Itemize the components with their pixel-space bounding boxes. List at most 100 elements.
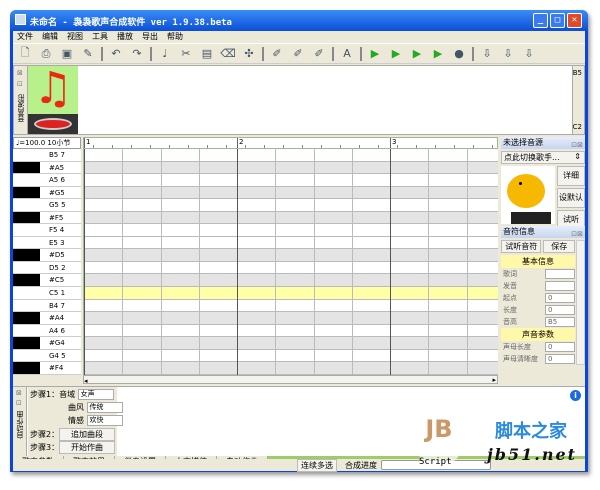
- pitch-select[interactable]: B5: [545, 317, 575, 327]
- style-select[interactable]: 传统: [86, 402, 123, 413]
- note-info-scrollbar[interactable]: [576, 240, 585, 365]
- brush3-icon[interactable]: ✐: [311, 46, 327, 62]
- grid-row[interactable]: [84, 199, 498, 212]
- multi-select-button[interactable]: 连续多选: [297, 459, 337, 472]
- start-spinner[interactable]: 0: [545, 293, 575, 303]
- grid-row[interactable]: [84, 249, 498, 262]
- piano-key[interactable]: D5 2: [13, 262, 81, 275]
- menu-item[interactable]: 视图: [67, 31, 83, 43]
- measure-ruler[interactable]: 1 2 3: [83, 137, 498, 149]
- info-icon[interactable]: i: [570, 390, 581, 401]
- play-icon[interactable]: ▶: [430, 46, 446, 62]
- piano-key[interactable]: #F4: [13, 362, 81, 375]
- play-from-icon[interactable]: ▶: [367, 46, 383, 62]
- eraser-icon[interactable]: ⌫: [220, 46, 236, 62]
- grid-row[interactable]: [84, 350, 498, 363]
- stop-icon[interactable]: ●: [451, 46, 467, 62]
- grid-row[interactable]: [84, 287, 498, 300]
- pin-icon[interactable]: ⊡: [16, 399, 23, 407]
- menu-item[interactable]: 编辑: [42, 31, 58, 43]
- close-icon[interactable]: ⊠: [17, 69, 24, 77]
- grid-row[interactable]: [84, 312, 498, 325]
- length-spinner[interactable]: 0: [545, 305, 575, 315]
- initial-clarity-spinner[interactable]: 0: [545, 354, 575, 364]
- piano-roll-grid[interactable]: [83, 149, 498, 375]
- play-all-icon[interactable]: ▶: [409, 46, 425, 62]
- menu-item[interactable]: 导出: [142, 31, 158, 43]
- close-icon[interactable]: ⊠: [16, 389, 23, 397]
- piano-key[interactable]: #G5: [13, 186, 81, 200]
- brush-icon[interactable]: ✐: [269, 46, 285, 62]
- lyric-input[interactable]: [545, 269, 575, 279]
- grid-row[interactable]: [84, 149, 498, 162]
- menu-item[interactable]: 工具: [92, 31, 108, 43]
- text-icon[interactable]: A: [339, 46, 355, 62]
- save-as-icon[interactable]: ✎: [80, 46, 96, 62]
- grid-row[interactable]: [84, 337, 498, 350]
- grid-icon[interactable]: ✣: [241, 46, 257, 62]
- emotion-select[interactable]: 欢快: [86, 415, 123, 426]
- maximize-button[interactable]: □: [550, 13, 565, 28]
- piano-key[interactable]: #A4: [13, 312, 81, 325]
- note-icon[interactable]: ♩: [157, 46, 173, 62]
- piano-key[interactable]: F5 4: [13, 224, 81, 237]
- grid-row[interactable]: [84, 325, 498, 338]
- pin-icon[interactable]: ⊡: [17, 80, 24, 88]
- play-sel-icon[interactable]: ▶: [388, 46, 404, 62]
- listen-note-button[interactable]: 试听音符: [501, 240, 542, 253]
- piano-key[interactable]: A4 6: [13, 325, 81, 338]
- set-default-button[interactable]: 设默认: [557, 188, 585, 208]
- minimize-button[interactable]: _: [533, 13, 548, 28]
- menu-item[interactable]: 播放: [117, 31, 133, 43]
- brush2-icon[interactable]: ✐: [290, 46, 306, 62]
- piano-key[interactable]: G5 5: [13, 199, 81, 212]
- export2-icon[interactable]: ⇩: [500, 46, 516, 62]
- undo-icon[interactable]: ↶: [108, 46, 124, 62]
- grid-row[interactable]: [84, 186, 498, 200]
- tempo-display[interactable]: ♩=100.0 10小节: [13, 137, 81, 149]
- grid-row[interactable]: [84, 237, 498, 250]
- grid-row[interactable]: [84, 362, 498, 375]
- piano-key[interactable]: G4 5: [13, 350, 81, 363]
- add-segment-button[interactable]: 追加曲段: [59, 428, 115, 441]
- piano-key[interactable]: #A5: [13, 161, 81, 175]
- export3-icon[interactable]: ⇩: [521, 46, 537, 62]
- close-button[interactable]: ✕: [567, 13, 582, 28]
- piano-key[interactable]: C5 1: [13, 287, 81, 300]
- new-icon[interactable]: 🗋: [17, 46, 33, 62]
- menu-item[interactable]: 文件: [17, 31, 33, 43]
- export-icon[interactable]: ⇩: [479, 46, 495, 62]
- panel-close-icon[interactable]: ⊡⊠: [571, 139, 583, 151]
- scroll-left-icon[interactable]: ◂: [84, 377, 88, 385]
- piano-key[interactable]: #C5: [13, 274, 81, 288]
- paste-icon[interactable]: ▤: [199, 46, 215, 62]
- grid-row[interactable]: [84, 224, 498, 237]
- piano-key[interactable]: #G4: [13, 337, 81, 350]
- start-compose-button[interactable]: 开始作曲: [59, 441, 115, 454]
- singer-select[interactable]: 点此切换歌手... ⇕: [501, 151, 585, 164]
- detail-button[interactable]: 详细: [557, 166, 585, 186]
- waveform-scrollbar[interactable]: B5 C2: [572, 66, 584, 134]
- piano-key[interactable]: E5 3: [13, 237, 81, 250]
- range-select[interactable]: 女声: [77, 389, 114, 400]
- pronunciation-input[interactable]: [545, 281, 575, 291]
- save-icon[interactable]: ▣: [59, 46, 75, 62]
- piano-key[interactable]: #F5: [13, 211, 81, 225]
- piano-key[interactable]: A5 6: [13, 174, 81, 187]
- grid-row[interactable]: [84, 300, 498, 313]
- menu-item[interactable]: 帮助: [167, 31, 183, 43]
- horizontal-scrollbar[interactable]: ◂ ▸: [83, 375, 498, 385]
- grid-row[interactable]: [84, 262, 498, 275]
- piano-key[interactable]: #D5: [13, 249, 81, 262]
- panel-close-icon[interactable]: ⊡⊠: [571, 228, 583, 240]
- grid-row[interactable]: [84, 274, 498, 288]
- save-note-button[interactable]: 保存: [543, 240, 575, 253]
- print-icon[interactable]: ⎙: [38, 46, 54, 62]
- piano-key[interactable]: B5 7: [13, 149, 81, 162]
- grid-row[interactable]: [84, 161, 498, 175]
- redo-icon[interactable]: ↷: [129, 46, 145, 62]
- scroll-right-icon[interactable]: ▸: [492, 376, 496, 384]
- cut-icon[interactable]: ✂: [178, 46, 194, 62]
- grid-row[interactable]: [84, 211, 498, 225]
- grid-row[interactable]: [84, 174, 498, 187]
